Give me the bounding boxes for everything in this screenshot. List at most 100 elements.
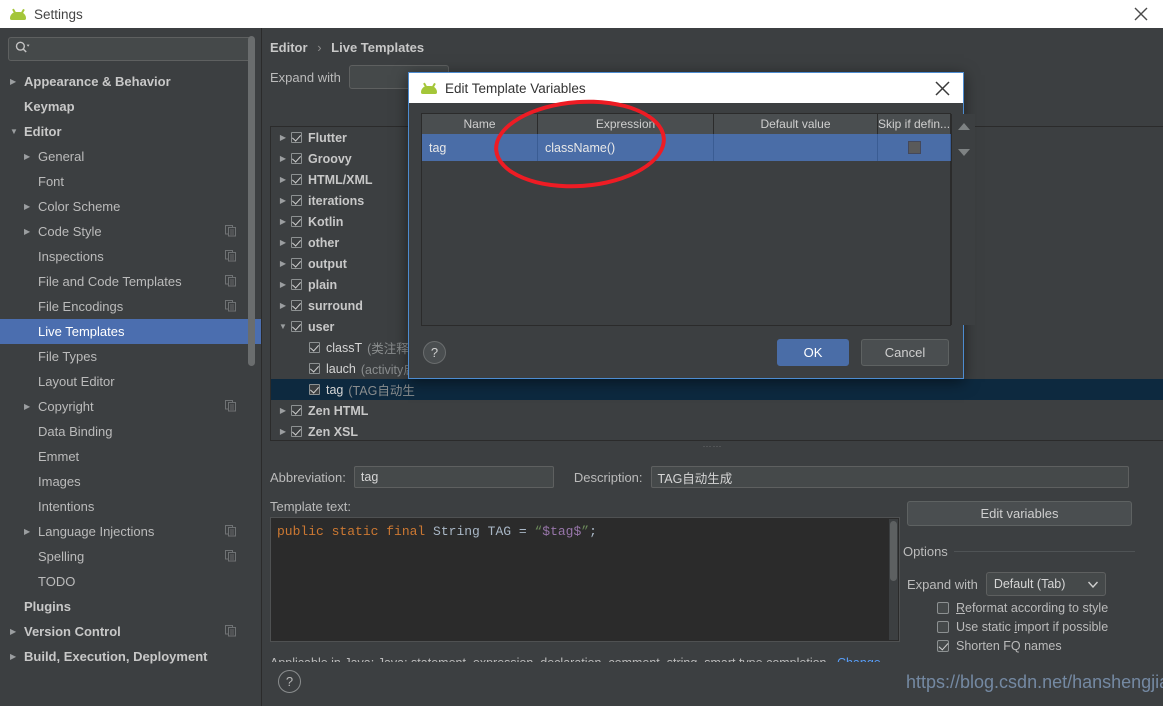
sidebar-item-images[interactable]: ▶Images	[0, 469, 261, 494]
template-checkbox[interactable]	[291, 132, 302, 143]
option-shorten-row[interactable]: Shorten FQ names	[937, 639, 1062, 653]
template-checkbox[interactable]	[291, 405, 302, 416]
sidebar-scrollbar-track[interactable]	[248, 28, 258, 706]
sidebar-item-emmet[interactable]: ▶Emmet	[0, 444, 261, 469]
sidebar-item-plugins[interactable]: ▶Plugins	[0, 594, 261, 619]
variables-table-rows[interactable]: tag className()	[422, 134, 952, 325]
chevron-right-icon[interactable]: ▶	[24, 402, 38, 411]
template-checkbox[interactable]	[291, 321, 302, 332]
description-input[interactable]: TAG自动生成	[650, 466, 1129, 488]
template-tree-row[interactable]: tag (TAG自动生	[271, 379, 1163, 400]
sidebar-item-spelling[interactable]: ▶Spelling	[0, 544, 261, 569]
help-button[interactable]: ?	[278, 670, 301, 693]
template-checkbox[interactable]	[291, 174, 302, 185]
chevron-right-icon[interactable]: ▶	[275, 133, 291, 142]
chevron-right-icon[interactable]: ▶	[275, 238, 291, 247]
chevron-right-icon[interactable]: ▶	[275, 217, 291, 226]
template-checkbox[interactable]	[291, 195, 302, 206]
search-box[interactable]	[8, 37, 253, 61]
sidebar-item-data-binding[interactable]: ▶Data Binding	[0, 419, 261, 444]
sidebar-item-editor[interactable]: ▼ Editor	[0, 119, 261, 144]
dialog-ok-button[interactable]: OK	[777, 338, 849, 366]
sidebar-item-general[interactable]: ▶ General	[0, 144, 261, 169]
chevron-right-icon[interactable]: ▶	[24, 527, 38, 536]
shorten-fq-checkbox[interactable]	[937, 640, 949, 652]
close-icon[interactable]	[1119, 0, 1163, 28]
sidebar-item-todo[interactable]: ▶TODO	[0, 569, 261, 594]
sidebar-item-keymap[interactable]: ▶Keymap	[0, 94, 261, 119]
breadcrumb-parent[interactable]: Editor	[270, 40, 308, 55]
sidebar-item-code-style[interactable]: ▶ Code Style	[0, 219, 261, 244]
sidebar-item-intentions[interactable]: ▶Intentions	[0, 494, 261, 519]
chevron-right-icon[interactable]: ▶	[24, 202, 38, 211]
chevron-right-icon[interactable]: ▶	[10, 77, 24, 86]
chevron-right-icon[interactable]: ▶	[10, 627, 24, 636]
chevron-down-icon[interactable]: ▼	[275, 322, 291, 331]
chevron-right-icon[interactable]: ▶	[275, 175, 291, 184]
sidebar-item-appearance-behavior[interactable]: ▶ Appearance & Behavior	[0, 69, 261, 94]
chevron-right-icon[interactable]: ▶	[24, 152, 38, 161]
variable-name-cell[interactable]: tag	[422, 134, 538, 161]
column-header-default-value[interactable]: Default value	[714, 114, 878, 134]
template-checkbox[interactable]	[291, 300, 302, 311]
sidebar-item-file-types[interactable]: ▶File Types	[0, 344, 261, 369]
sidebar-item-build-execution-deployment[interactable]: ▶ Build, Execution, Deployment	[0, 644, 261, 669]
sidebar-item-file-encodings[interactable]: ▶File Encodings	[0, 294, 261, 319]
expand-with-select[interactable]: Default (Tab)	[985, 572, 1106, 596]
editor-scrollbar-track[interactable]	[889, 519, 898, 640]
chevron-right-icon[interactable]: ▶	[24, 227, 38, 236]
template-checkbox[interactable]	[309, 363, 320, 374]
template-checkbox[interactable]	[291, 216, 302, 227]
column-header-skip-if-defined[interactable]: Skip if defin...	[878, 114, 952, 134]
template-checkbox[interactable]	[309, 342, 320, 353]
template-checkbox[interactable]	[291, 153, 302, 164]
template-checkbox[interactable]	[291, 279, 302, 290]
sidebar-item-live-templates[interactable]: ▶Live Templates	[0, 319, 261, 344]
close-icon[interactable]	[929, 77, 955, 99]
variables-table-row[interactable]: tag className()	[422, 134, 952, 161]
variables-table[interactable]: Name Expression Default value Skip if de…	[422, 114, 952, 325]
template-checkbox[interactable]	[291, 426, 302, 437]
chevron-down-icon[interactable]: ▼	[10, 127, 24, 136]
dialog-help-button[interactable]: ?	[423, 340, 446, 364]
sidebar-item-version-control[interactable]: ▶ Version Control	[0, 619, 261, 644]
option-reformat-row[interactable]: Reformat according to style	[937, 601, 1108, 615]
variable-default-value-cell[interactable]	[714, 134, 878, 161]
sidebar-item-language-injections[interactable]: ▶ Language Injections	[0, 519, 261, 544]
arrow-up-icon[interactable]	[955, 118, 973, 134]
sidebar-item-inspections[interactable]: ▶Inspections	[0, 244, 261, 269]
sidebar-item-font[interactable]: ▶Font	[0, 169, 261, 194]
template-text-editor[interactable]: public static final String TAG = “$tag$”…	[270, 517, 900, 642]
template-tree-row[interactable]: ▶ Zen XSL	[271, 421, 1163, 440]
chevron-right-icon[interactable]: ▶	[275, 406, 291, 415]
chevron-right-icon[interactable]: ▶	[275, 301, 291, 310]
arrow-down-icon[interactable]	[955, 144, 973, 160]
option-static-import-row[interactable]: Use static import if possible	[937, 620, 1108, 634]
column-header-name[interactable]: Name	[422, 114, 538, 134]
static-import-checkbox[interactable]	[937, 621, 949, 633]
sidebar-scrollbar-thumb[interactable]	[248, 36, 255, 366]
chevron-right-icon[interactable]: ▶	[275, 259, 291, 268]
template-checkbox[interactable]	[291, 258, 302, 269]
chevron-right-icon[interactable]: ▶	[275, 427, 291, 436]
search-input[interactable]	[33, 41, 246, 57]
sidebar-item-copyright[interactable]: ▶ Copyright	[0, 394, 261, 419]
chevron-right-icon[interactable]: ▶	[275, 196, 291, 205]
template-checkbox[interactable]	[291, 237, 302, 248]
variable-skip-cell[interactable]	[878, 134, 952, 161]
chevron-right-icon[interactable]: ▶	[275, 154, 291, 163]
editor-scrollbar-thumb[interactable]	[890, 521, 897, 581]
settings-tree[interactable]: ▶Appearance & Behavior▶Keymap▼Editor▶Gen…	[0, 67, 261, 706]
skip-if-defined-checkbox[interactable]	[907, 141, 921, 154]
template-tree-row[interactable]: ▶ Zen HTML	[271, 400, 1163, 421]
panel-splitter[interactable]: ⋯⋯	[262, 441, 1163, 451]
variable-expression-cell[interactable]: className()	[538, 134, 714, 161]
reformat-checkbox[interactable]	[937, 602, 949, 614]
edit-variables-button[interactable]: Edit variables	[907, 501, 1132, 526]
sidebar-item-color-scheme[interactable]: ▶ Color Scheme	[0, 194, 261, 219]
column-header-expression[interactable]: Expression	[538, 114, 714, 134]
chevron-right-icon[interactable]: ▶	[275, 280, 291, 289]
sidebar-item-file-and-code-templates[interactable]: ▶File and Code Templates	[0, 269, 261, 294]
chevron-right-icon[interactable]: ▶	[10, 652, 24, 661]
abbreviation-input[interactable]: tag	[353, 466, 554, 488]
